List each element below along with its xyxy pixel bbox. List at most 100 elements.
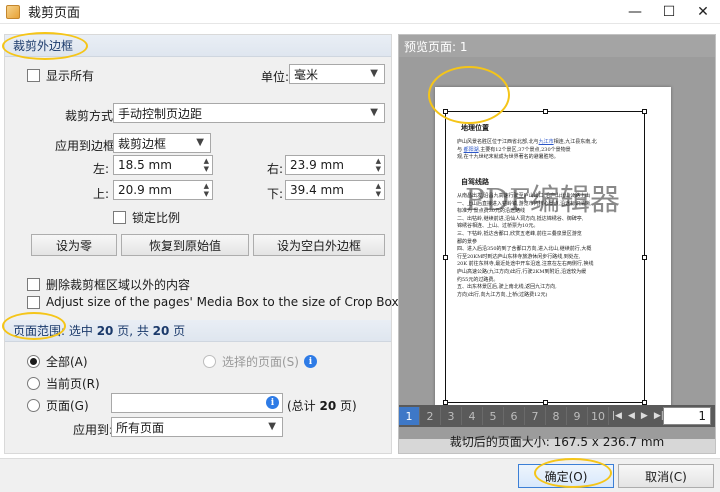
range-selected-label: 选择的页面(S) bbox=[222, 355, 299, 369]
delete-outside-label: 删除裁剪框区域以外的内容 bbox=[46, 278, 191, 292]
range-current-label: 当前页(R) bbox=[46, 377, 100, 391]
page-range-header: 页面范围: 选中 20 页, 共 20 页 bbox=[5, 320, 391, 342]
chevron-down-icon: ▼ bbox=[268, 421, 276, 432]
page-thumb-button[interactable]: 9 bbox=[567, 407, 588, 425]
info-icon[interactable]: i bbox=[303, 355, 317, 368]
cancel-button[interactable]: 取消(C) bbox=[618, 464, 714, 488]
range-selected-count: 20 bbox=[96, 323, 114, 338]
show-all-label: 显示所有 bbox=[46, 69, 95, 83]
next-page-icon[interactable]: ▶ bbox=[641, 411, 648, 421]
crop-rectangle[interactable] bbox=[443, 109, 647, 405]
page-thumbnail: 地理位置 庐山风景名胜区位于江西省北部,北与九江市相连,九江县东南,北 与 都阳… bbox=[435, 87, 671, 421]
range-pages-radio[interactable]: 页面(G) bbox=[27, 397, 89, 414]
ok-button[interactable]: 确定(O) bbox=[518, 464, 614, 488]
lock-ratio-label: 锁定比例 bbox=[132, 211, 181, 225]
range-all-label: 全部(A) bbox=[46, 355, 88, 369]
bottom-margin-input[interactable]: 39.4 mm ▲ ▼ bbox=[285, 180, 385, 200]
spin-arrows-icon[interactable]: ▲ ▼ bbox=[204, 182, 209, 198]
apply-border-label: 应用到边框 bbox=[55, 139, 116, 153]
maximize-icon[interactable]: ☐ bbox=[652, 0, 686, 24]
method-select[interactable]: 手动控制页边距 ▼ bbox=[113, 103, 385, 123]
info-icon[interactable]: i bbox=[266, 396, 279, 409]
crop-handle[interactable] bbox=[543, 109, 548, 114]
adjust-media-box-check[interactable] bbox=[27, 295, 40, 309]
close-icon[interactable]: ✕ bbox=[686, 0, 720, 24]
method-select-value: 手动控制页边距 bbox=[118, 106, 203, 121]
chevron-down-icon: ▼ bbox=[370, 107, 378, 118]
adjust-media-box-label: Adjust size of the pages' Media Box to t… bbox=[46, 295, 399, 309]
page-number-input[interactable]: 1 bbox=[663, 407, 711, 425]
dialog-footer: 确定(O) 取消(C) bbox=[0, 458, 720, 492]
preview-area: 地理位置 庐山风景名胜区位于江西省北部,北与九江市相连,九江县东南,北 与 都阳… bbox=[399, 57, 715, 439]
page-thumb-button[interactable]: 5 bbox=[483, 407, 504, 425]
apply-border-value: 裁剪边框 bbox=[118, 136, 167, 151]
range-total-count: 20 bbox=[152, 323, 170, 338]
title-bar: 裁剪页面 — ☐ ✕ bbox=[0, 0, 720, 24]
range-mid: 页, 共 bbox=[113, 324, 153, 338]
range-total-pages: 20 bbox=[319, 398, 337, 413]
right-margin-input[interactable]: 23.9 mm ▲ ▼ bbox=[285, 155, 385, 175]
app-icon bbox=[6, 4, 20, 19]
preview-panel: 预览页面: 1 地理位置 庐山风景名胜区位于江西省北部,北与九江市相连,九江县东… bbox=[398, 34, 716, 454]
crop-section-header: 裁剪外边框 bbox=[5, 35, 391, 57]
page-range-input[interactable]: i bbox=[111, 393, 283, 413]
page-thumb-button[interactable]: 4 bbox=[462, 407, 483, 425]
chevron-down-icon: ▼ bbox=[370, 68, 378, 79]
delete-outside-checkbox[interactable]: 删除裁剪框区域以外的内容 bbox=[27, 276, 190, 293]
show-all-checkbox[interactable]: 显示所有 bbox=[27, 67, 94, 84]
bottom-margin-value: 39.4 mm bbox=[290, 183, 344, 197]
range-all-radio[interactable]: 全部(A) bbox=[27, 353, 88, 370]
range-pages-dot[interactable] bbox=[27, 399, 40, 412]
lock-ratio-check[interactable] bbox=[113, 211, 126, 224]
show-all-check[interactable] bbox=[27, 69, 40, 82]
adjust-media-box-checkbox[interactable]: Adjust size of the pages' Media Box to t… bbox=[27, 295, 399, 309]
restore-original-button[interactable]: 恢复到原始值 bbox=[121, 234, 249, 256]
range-prefix: 页面范围: 选中 bbox=[13, 324, 97, 338]
range-total-prefix: (总计 bbox=[287, 399, 320, 413]
range-total: (总计 20 页) bbox=[287, 397, 357, 414]
first-page-icon[interactable]: |◀ bbox=[612, 411, 622, 421]
top-margin-value: 20.9 mm bbox=[118, 183, 172, 197]
range-selected-radio[interactable]: 选择的页面(S) i bbox=[203, 353, 317, 370]
page-thumb-button[interactable]: 2 bbox=[420, 407, 441, 425]
apply-to-value: 所有页面 bbox=[116, 420, 165, 435]
page-thumb-button[interactable]: 1 bbox=[399, 407, 420, 425]
delete-outside-check[interactable] bbox=[27, 278, 40, 291]
right-margin-label: 右: bbox=[267, 162, 284, 176]
set-blank-margin-button[interactable]: 设为空白外边框 bbox=[253, 234, 385, 256]
page-thumb-button[interactable]: 8 bbox=[546, 407, 567, 425]
page-thumb-button[interactable]: 10 bbox=[588, 407, 609, 425]
range-selected-dot[interactable] bbox=[203, 355, 216, 368]
page-thumb-button[interactable]: 7 bbox=[525, 407, 546, 425]
range-all-dot[interactable] bbox=[27, 355, 40, 368]
top-margin-input[interactable]: 20.9 mm ▲ ▼ bbox=[113, 180, 213, 200]
range-current-radio[interactable]: 当前页(R) bbox=[27, 375, 100, 392]
unit-select[interactable]: 毫米 ▼ bbox=[289, 64, 385, 84]
spin-arrows-icon[interactable]: ▲ ▼ bbox=[376, 157, 381, 173]
set-zero-button[interactable]: 设为零 bbox=[31, 234, 117, 256]
method-label: 裁剪方式 bbox=[65, 109, 114, 123]
window-controls: — ☐ ✕ bbox=[618, 0, 720, 24]
spin-arrows-icon[interactable]: ▲ ▼ bbox=[204, 157, 209, 173]
crop-handle[interactable] bbox=[443, 109, 448, 114]
apply-border-select[interactable]: 裁剪边框 ▼ bbox=[113, 133, 211, 153]
preview-header: 预览页面: 1 bbox=[399, 35, 715, 57]
prev-page-icon[interactable]: ◀ bbox=[628, 411, 635, 421]
bottom-margin-label: 下: bbox=[267, 187, 284, 201]
crop-handle[interactable] bbox=[642, 109, 647, 114]
crop-handle[interactable] bbox=[443, 255, 448, 260]
minimize-icon[interactable]: — bbox=[618, 0, 652, 24]
range-current-dot[interactable] bbox=[27, 377, 40, 390]
apply-to-select[interactable]: 所有页面 ▼ bbox=[111, 417, 283, 437]
apply-to-label: 应用到: bbox=[73, 423, 114, 437]
window-title: 裁剪页面 bbox=[28, 6, 81, 21]
chevron-down-icon: ▼ bbox=[196, 137, 204, 148]
left-margin-input[interactable]: 18.5 mm ▲ ▼ bbox=[113, 155, 213, 175]
crop-handle[interactable] bbox=[642, 255, 647, 260]
page-thumb-button[interactable]: 6 bbox=[504, 407, 525, 425]
page-navigator: 1 2 3 4 5 6 7 8 9 10 |◀ ◀ ▶ ▶| 1 bbox=[399, 405, 715, 427]
left-margin-value: 18.5 mm bbox=[118, 158, 172, 172]
spin-arrows-icon[interactable]: ▲ ▼ bbox=[376, 182, 381, 198]
page-thumb-button[interactable]: 3 bbox=[441, 407, 462, 425]
lock-ratio-checkbox[interactable]: 锁定比例 bbox=[113, 209, 180, 226]
